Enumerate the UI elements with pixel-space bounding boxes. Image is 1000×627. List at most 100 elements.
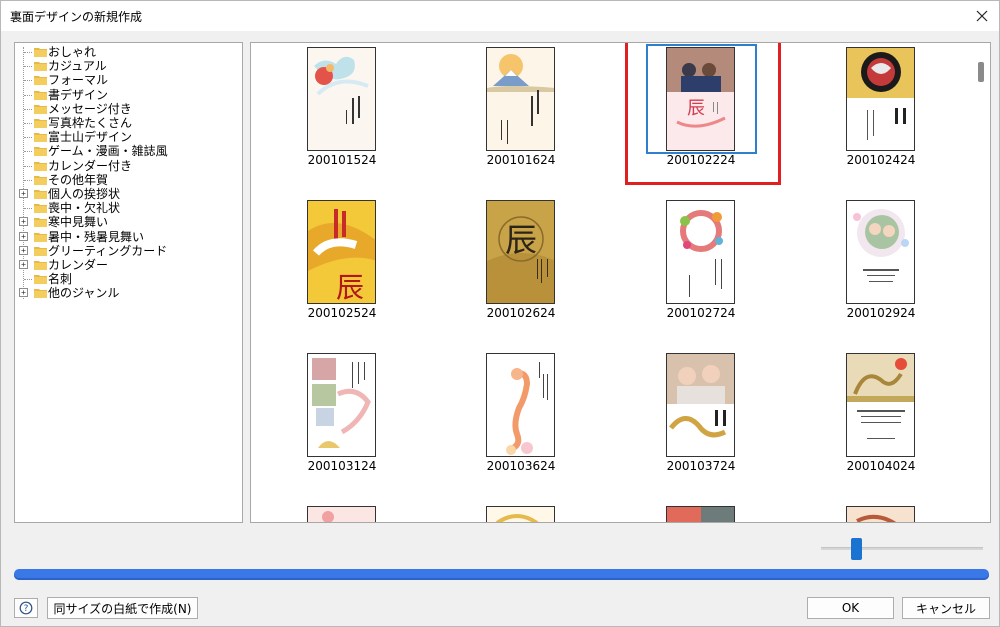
tree-item[interactable]: 喪中・欠礼状	[15, 201, 241, 215]
title-bar: 裏面デザインの新規作成	[1, 1, 999, 31]
tree-item-label: 富士山デザイン	[48, 130, 133, 145]
template-caption: 200103624	[486, 459, 556, 473]
category-tree[interactable]: おしゃれ カジュアル フォーマル 書デザイン メッセージ付き 写真枠たくさん 富士山デザイン…	[14, 42, 243, 523]
tree-item[interactable]: おしゃれ	[15, 45, 241, 59]
cancel-button[interactable]: キャンセル	[902, 597, 990, 619]
tree-item-label: おしゃれ	[48, 45, 97, 59]
folder-icon	[34, 119, 47, 128]
template-thumbnail[interactable]: 辰	[307, 200, 376, 304]
tree-item[interactable]: 写真枠たくさん	[15, 116, 241, 130]
template-thumbnail[interactable]	[846, 506, 915, 522]
template-caption: 200101524	[307, 153, 377, 167]
close-icon	[976, 10, 988, 22]
tree-connector	[24, 279, 32, 281]
folder-icon	[34, 90, 47, 100]
template-thumbnail[interactable]	[486, 353, 555, 457]
tree-item[interactable]: 書デザイン	[15, 88, 241, 102]
tree-item[interactable]: + 他のジャンル	[15, 286, 241, 300]
folder-icon	[34, 175, 47, 185]
svg-text:?: ?	[24, 604, 29, 614]
template-thumbnail[interactable]	[846, 353, 915, 457]
folder-icon	[34, 104, 47, 114]
template-thumbnail[interactable]	[666, 353, 735, 457]
tree-item[interactable]: ゲーム・漫画・雑誌風	[15, 144, 241, 158]
template-thumbnail[interactable]	[486, 506, 555, 522]
folder-icon	[34, 261, 47, 270]
template-thumbnail[interactable]: 辰	[486, 200, 555, 304]
template-thumbnail[interactable]	[846, 200, 915, 304]
template-thumbnail[interactable]	[666, 506, 735, 522]
window-title: 裏面デザインの新規作成	[10, 10, 143, 24]
tree-item[interactable]: カジュアル	[15, 59, 241, 73]
tree-item-label: カレンダー	[48, 258, 109, 272]
template-thumbnail[interactable]	[846, 47, 915, 151]
tree-item-label: 喪中・欠礼状	[48, 201, 121, 216]
tree-item[interactable]: メッセージ付き	[15, 102, 241, 116]
template-caption: 200103724	[666, 459, 736, 473]
tree-item-label: 名刺	[48, 272, 73, 287]
template-caption: 200101624	[486, 153, 556, 167]
tree-item[interactable]: + カレンダー	[15, 258, 241, 272]
template-caption: 200104024	[846, 459, 916, 473]
tree-connector	[24, 179, 32, 181]
highlight-annotation-box	[625, 43, 781, 185]
expand-icon[interactable]: +	[19, 189, 28, 198]
svg-text:辰: 辰	[505, 221, 537, 259]
tree-item-label: 他のジャンル	[48, 286, 120, 301]
tree-item[interactable]: 名刺	[15, 272, 241, 286]
tree-item-label: その他年賀	[48, 172, 109, 187]
template-thumbnail[interactable]	[307, 506, 376, 522]
tree-item[interactable]: + 個人の挨拶状	[15, 187, 241, 201]
template-thumbnail[interactable]	[666, 200, 735, 304]
tree-item-label: カレンダー付き	[48, 158, 133, 173]
folder-icon	[34, 218, 47, 228]
zoom-slider-track[interactable]	[821, 547, 983, 550]
tree-item[interactable]: カレンダー付き	[15, 159, 241, 173]
template-thumbnail[interactable]	[486, 47, 555, 151]
expand-icon[interactable]: +	[19, 260, 28, 269]
template-caption: 200102524	[307, 306, 377, 320]
template-thumbnail[interactable]	[307, 47, 376, 151]
close-button[interactable]	[969, 3, 995, 29]
tree-item[interactable]: + 寒中見舞い	[15, 215, 241, 229]
tree-item[interactable]: その他年賀	[15, 173, 241, 187]
expand-icon[interactable]: +	[19, 288, 28, 298]
ok-button[interactable]: OK	[807, 597, 894, 619]
folder-icon	[34, 147, 47, 157]
folder-icon	[34, 133, 47, 143]
expand-icon[interactable]: +	[19, 217, 28, 227]
create-blank-button[interactable]: 同サイズの白紙で作成(N)	[47, 597, 198, 619]
tree-connector	[24, 208, 32, 210]
tree-item-label: グリーティングカード	[48, 243, 168, 258]
tree-connector	[24, 108, 32, 110]
tree-connector	[24, 80, 32, 82]
tree-item[interactable]: + グリーティングカード	[15, 244, 241, 258]
help-button[interactable]: ?	[14, 598, 38, 618]
tree-connector	[24, 151, 32, 153]
tree-connector	[24, 165, 32, 167]
folder-icon	[34, 275, 47, 285]
folder-icon	[34, 204, 47, 214]
folder-icon	[34, 161, 47, 171]
tree-item-label: メッセージ付き	[48, 101, 132, 116]
grid-scrollbar-thumb[interactable]	[978, 62, 984, 82]
tree-item[interactable]: 富士山デザイン	[15, 130, 241, 144]
tree-connector	[24, 52, 32, 53]
template-caption: 200103124	[307, 459, 377, 473]
tree-connector	[24, 137, 32, 139]
tree-item[interactable]: + 暑中・残暑見舞い	[15, 230, 241, 244]
template-thumbnail[interactable]	[307, 353, 376, 457]
folder-icon	[34, 246, 47, 256]
expand-icon[interactable]: +	[19, 231, 28, 241]
template-grid[interactable]: 辰 辰 辰 200101524 200101624 200102224 2001…	[250, 42, 991, 523]
tree-item[interactable]: フォーマル	[15, 73, 241, 87]
folder-icon	[34, 289, 47, 299]
grid-scrollbar[interactable]	[974, 43, 990, 522]
dialog-window: 裏面デザインの新規作成 おしゃれ カジュアル フォーマル 書デザイン メッセージ付き 写真…	[0, 0, 1000, 627]
tree-item-label: 個人の挨拶状	[48, 187, 121, 201]
folder-icon	[34, 48, 47, 57]
tree-item-label: ゲーム・漫画・雑誌風	[48, 144, 168, 159]
template-caption: 200102924	[846, 306, 916, 320]
zoom-slider-thumb[interactable]	[851, 538, 862, 560]
expand-icon[interactable]: +	[19, 245, 28, 255]
